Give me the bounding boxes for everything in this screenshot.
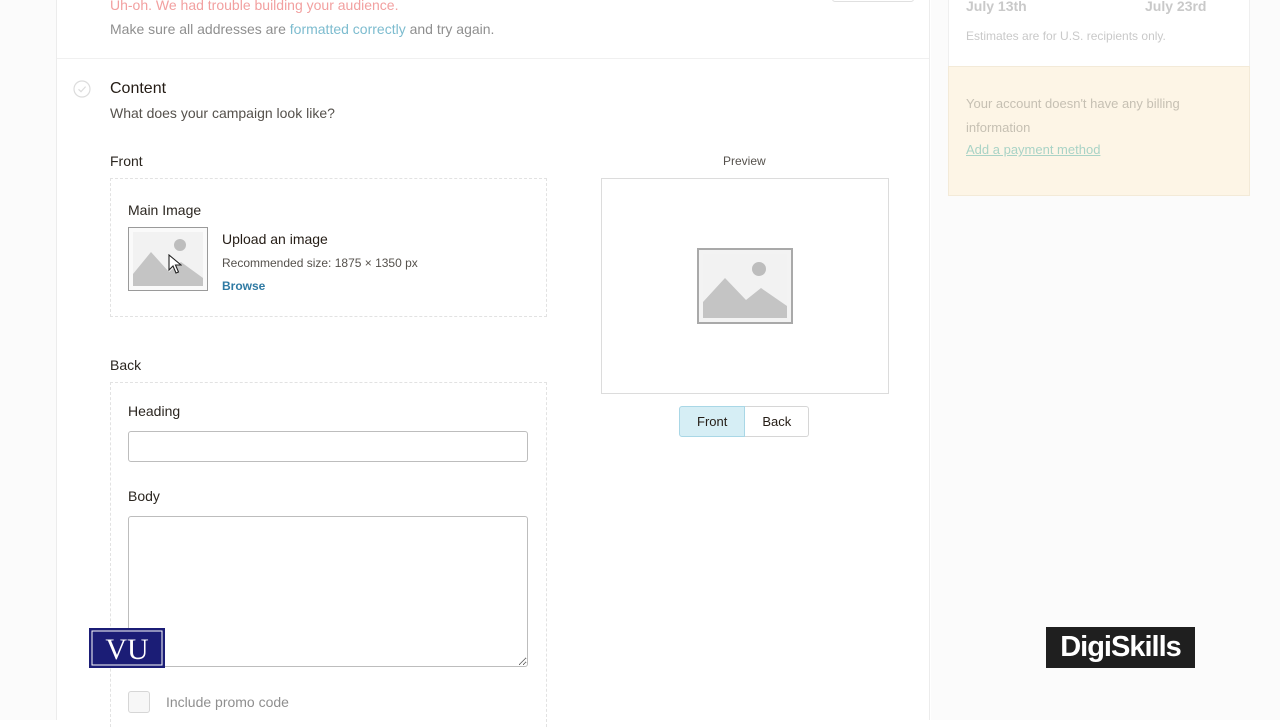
- digiskills-logo: DigiSkills: [1046, 627, 1195, 668]
- front-label: Front: [110, 153, 143, 169]
- estimate-note: Estimates are for U.S. recipients only.: [966, 29, 1166, 43]
- check-circle-icon: [73, 80, 91, 98]
- audience-hint: Make sure all addresses are formatted co…: [110, 21, 494, 37]
- upload-image-title: Upload an image: [222, 231, 328, 247]
- promo-code-label: Include promo code: [166, 694, 289, 710]
- content-section-title: Content: [110, 80, 167, 97]
- heading-label: Heading: [128, 403, 181, 419]
- mouse-cursor-icon: [168, 254, 182, 274]
- vu-logo-text: VU: [105, 633, 149, 666]
- preview-image: [697, 248, 793, 324]
- section-divider: [57, 58, 929, 59]
- vu-logo: VU: [89, 628, 165, 668]
- preview-back-button[interactable]: Back: [745, 406, 810, 437]
- partial-button[interactable]: [832, 0, 914, 2]
- estimate-start-date: July 13th: [966, 0, 1027, 14]
- body-label: Body: [128, 488, 160, 504]
- main-image-label: Main Image: [128, 202, 202, 218]
- promo-code-checkbox[interactable]: [128, 691, 150, 713]
- hint-prefix: Make sure all addresses are: [110, 21, 290, 37]
- body-textarea[interactable]: [128, 516, 528, 667]
- preview-front-button[interactable]: Front: [679, 406, 746, 437]
- image-placeholder-icon: [703, 254, 787, 318]
- back-label: Back: [110, 357, 142, 373]
- recommended-size-text: Recommended size: 1875 × 1350 px: [222, 256, 418, 270]
- audience-error-message: Uh-oh. We had trouble building your audi…: [110, 0, 399, 13]
- heading-input[interactable]: [128, 431, 528, 462]
- hint-suffix: and try again.: [405, 21, 495, 37]
- estimate-end-date: July 23rd: [1145, 0, 1207, 14]
- vu-logo-mark: VU: [91, 630, 163, 666]
- billing-warning-text: Your account doesn't have any billing in…: [966, 96, 1180, 135]
- left-gutter: [0, 0, 56, 720]
- add-payment-method-link[interactable]: Add a payment method: [966, 142, 1100, 157]
- preview-side-toggle: Front Back: [679, 406, 810, 437]
- preview-label: Preview: [723, 154, 766, 168]
- browse-link[interactable]: Browse: [222, 279, 265, 293]
- content-section-subtitle: What does your campaign look like?: [110, 105, 335, 121]
- formatted-correctly-link[interactable]: formatted correctly: [290, 21, 406, 37]
